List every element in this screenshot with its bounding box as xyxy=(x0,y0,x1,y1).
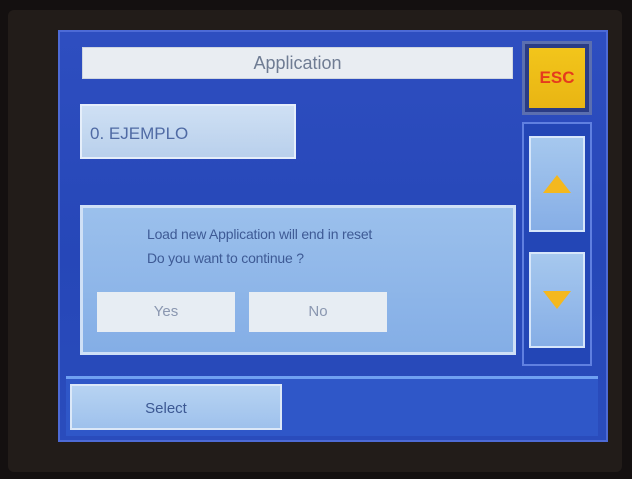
no-button[interactable]: No xyxy=(249,292,387,332)
esc-button[interactable]: ESC xyxy=(522,41,592,115)
yes-button[interactable]: Yes xyxy=(97,292,235,332)
select-label: Select xyxy=(145,400,187,417)
dialog-message-line2: Do you want to continue ? xyxy=(147,250,304,266)
scroll-up-button[interactable] xyxy=(529,136,585,232)
triangle-up-icon xyxy=(543,175,571,193)
dialog-message-line1: Load new Application will end in reset xyxy=(147,226,373,242)
esc-label: ESC xyxy=(529,48,585,108)
scroll-controls xyxy=(522,122,592,366)
triangle-down-icon xyxy=(543,291,571,309)
page-title: Application xyxy=(82,47,513,79)
application-list-item[interactable]: 0. EJEMPLO xyxy=(80,104,296,159)
confirm-dialog: Load new Application will end in reset D… xyxy=(80,205,516,355)
select-button[interactable]: Select xyxy=(70,384,282,430)
scroll-down-button[interactable] xyxy=(529,252,585,348)
